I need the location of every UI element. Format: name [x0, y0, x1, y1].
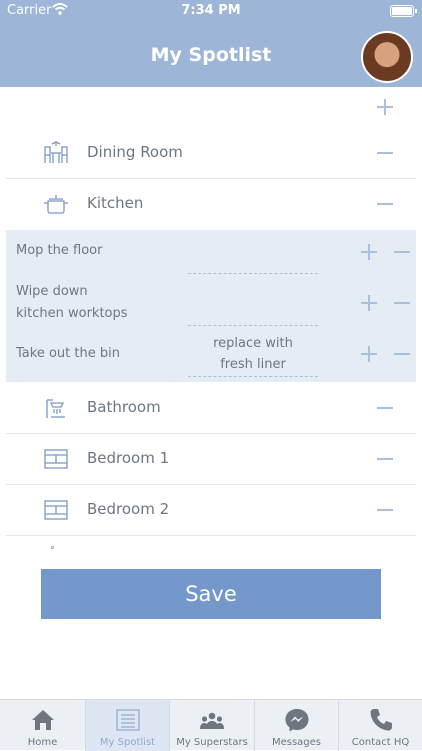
task-note-line2[interactable]: fresh liner: [188, 354, 318, 375]
tab-bar: Home My Spotlist My Superstars Messages …: [0, 699, 422, 751]
avatar[interactable]: [361, 31, 413, 83]
shower-icon: [46, 399, 65, 418]
save-button[interactable]: Save: [41, 569, 381, 619]
room-label: Dining Room: [87, 143, 183, 161]
remove-task-button[interactable]: [394, 353, 410, 355]
task-label: Mop the floor: [16, 243, 103, 258]
remove-room-button[interactable]: [377, 203, 393, 205]
tab-home[interactable]: Home: [0, 700, 85, 751]
bed-icon: [44, 449, 68, 469]
tab-my-superstars[interactable]: My Superstars: [170, 700, 254, 751]
remove-room-button[interactable]: [377, 509, 393, 511]
messenger-icon: [285, 709, 308, 732]
task-note-field[interactable]: [188, 376, 318, 377]
scroll-indicator: [51, 546, 54, 549]
room-label: Bedroom 1: [87, 449, 170, 467]
tab-my-spotlist[interactable]: My Spotlist: [86, 700, 169, 751]
page-title: My Spotlist: [150, 44, 272, 66]
add-task-button[interactable]: [361, 346, 377, 362]
tab-contact-hq[interactable]: Contact HQ: [339, 700, 422, 751]
room-row-bedroom-2[interactable]: Bedroom 2: [0, 485, 422, 535]
task-note[interactable]: replace with: [188, 333, 318, 354]
task-note-field[interactable]: [188, 273, 318, 274]
cooking-pot-icon: [44, 195, 68, 214]
remove-task-button[interactable]: [394, 251, 410, 253]
task-label: Take out the bin: [16, 346, 120, 361]
dining-table-icon: [44, 141, 68, 163]
battery-icon: [390, 5, 417, 17]
status-bar: Carrier 7:34 PM: [0, 0, 422, 22]
add-room-button[interactable]: [377, 99, 393, 115]
room-row-bedroom-1[interactable]: Bedroom 1: [0, 434, 422, 484]
add-task-button[interactable]: [361, 295, 377, 311]
remove-room-button[interactable]: [377, 152, 393, 154]
tab-label: Home: [27, 737, 58, 748]
room-label: Kitchen: [87, 194, 144, 212]
tab-label: My Spotlist: [99, 737, 156, 748]
header-bar: Carrier 7:34 PM My Spotlist: [0, 0, 422, 87]
tab-label: Contact HQ: [351, 737, 410, 748]
task-note-field[interactable]: [188, 325, 318, 326]
tab-messages[interactable]: Messages: [255, 700, 338, 751]
phone-icon: [370, 709, 392, 731]
list-icon: [115, 709, 140, 731]
home-icon: [31, 710, 54, 730]
add-task-button[interactable]: [361, 244, 377, 260]
clock: 7:34 PM: [181, 3, 241, 18]
divider: [6, 535, 416, 536]
task-label-line2: kitchen worktops: [16, 306, 128, 321]
room-row-bathroom[interactable]: Bathroom: [0, 383, 422, 433]
room-label: Bedroom 2: [87, 500, 170, 518]
room-label: Bathroom: [87, 398, 161, 416]
room-row-kitchen[interactable]: Kitchen: [0, 179, 422, 229]
tab-label: My Superstars: [176, 737, 248, 748]
remove-task-button[interactable]: [394, 302, 410, 304]
remove-room-button[interactable]: [377, 458, 393, 460]
tab-label: Messages: [271, 737, 322, 748]
task-label: Wipe down: [16, 284, 88, 299]
remove-room-button[interactable]: [377, 407, 393, 409]
room-row-dining-room[interactable]: Dining Room: [0, 128, 422, 178]
bed-icon: [44, 500, 68, 520]
people-icon: [200, 712, 224, 729]
